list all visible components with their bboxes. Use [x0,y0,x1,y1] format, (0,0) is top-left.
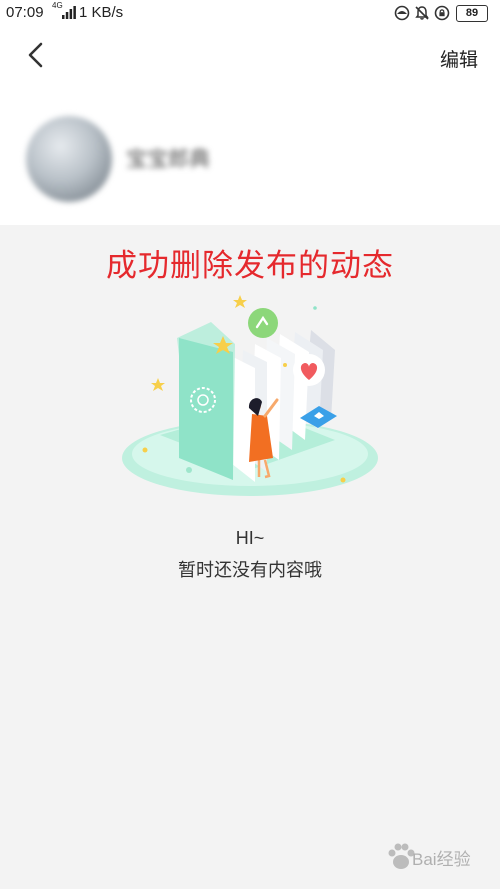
username: 宝宝郎典 [126,148,210,171]
signal-icon [62,6,76,19]
bell-off-icon [415,6,429,20]
data-saver-icon [394,5,410,21]
battery-icon: 89 [456,4,488,22]
status-time: 07:09 [6,4,44,21]
back-button[interactable] [22,40,52,70]
baidu-jingyan-watermark: Bai经验 [382,835,486,875]
empty-state-message: 暂时还没有内容哦 [178,560,322,580]
network-speed: 1 KB/s [79,4,124,21]
empty-state-illustration [122,295,378,496]
watermark-text: Bai经验 [412,850,471,869]
rotation-lock-icon [434,5,450,21]
edit-button[interactable]: 编辑 [440,45,478,72]
avatar[interactable] [26,116,112,202]
status-bar: 07:09 4G 1 KB/s 89 [0,0,500,26]
annotation-caption: 成功删除发布的动态 [106,248,394,283]
empty-state-greeting: HI~ [235,528,265,548]
